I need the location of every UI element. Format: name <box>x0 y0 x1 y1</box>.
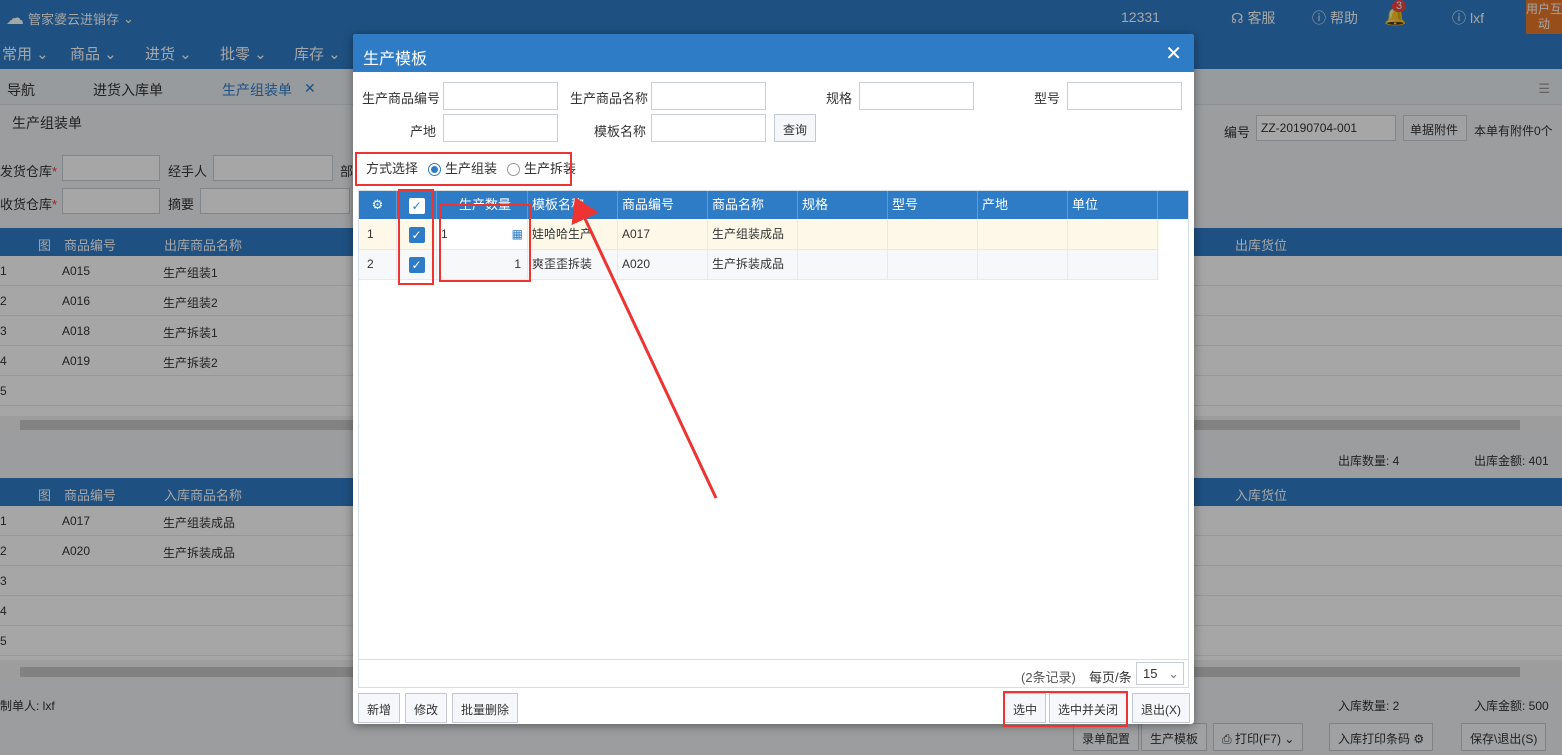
row-origin <box>978 220 1068 249</box>
row-spec <box>798 250 888 279</box>
row-unit <box>1068 250 1158 279</box>
dialog-header: 生产模板 ✕ <box>353 34 1194 72</box>
origin-label: 产地 <box>410 124 437 139</box>
chevron-down-icon: ⌄ <box>1168 666 1179 681</box>
col-code: 商品编号 <box>618 191 708 219</box>
pager: (2条记录) 每页/条 15 ⌄ <box>358 660 1189 688</box>
model-label: 型号 <box>1034 91 1061 106</box>
col-origin: 产地 <box>978 191 1068 219</box>
code-input[interactable] <box>443 82 558 110</box>
edit-button[interactable]: 修改 <box>405 693 448 723</box>
col-template: 模板名称 <box>528 191 618 219</box>
col-model: 型号 <box>888 191 978 219</box>
template-input[interactable] <box>651 114 766 142</box>
row-name: 生产拆装成品 <box>708 250 798 279</box>
template-dialog: 生产模板 ✕ 生产商品编号 生产商品名称 规格 型号 产地 模板名称 查询 方式… <box>353 34 1194 727</box>
row-code: A017 <box>618 220 708 249</box>
gear-icon[interactable]: ⚙ <box>359 191 397 219</box>
dialog-title: 生产模板 <box>363 51 428 68</box>
highlight-box <box>355 152 572 186</box>
name-label: 生产商品名称 <box>570 91 649 106</box>
row-code: A020 <box>618 250 708 279</box>
row-model <box>888 220 978 249</box>
row-no: 2 <box>359 250 397 279</box>
code-label: 生产商品编号 <box>362 91 441 106</box>
spec-input[interactable] <box>859 82 974 110</box>
col-spec: 规格 <box>798 191 888 219</box>
query-button[interactable]: 查询 <box>774 114 817 142</box>
row-spec <box>798 220 888 249</box>
per-page-value: 15 <box>1143 666 1158 681</box>
origin-input[interactable] <box>443 114 558 142</box>
batch-delete-button[interactable]: 批量删除 <box>452 693 519 723</box>
row-template: 爽歪歪拆装 <box>528 250 618 279</box>
col-name: 商品名称 <box>708 191 798 219</box>
row-name: 生产组装成品 <box>708 220 798 249</box>
row-no: 1 <box>359 220 397 249</box>
template-label: 模板名称 <box>594 124 647 139</box>
model-input[interactable] <box>1067 82 1182 110</box>
col-unit: 单位 <box>1068 191 1158 219</box>
record-count: (2条记录) <box>1021 670 1076 685</box>
row-origin <box>978 250 1068 279</box>
row-unit <box>1068 220 1158 249</box>
name-input[interactable] <box>651 82 766 110</box>
exit-button[interactable]: 退出(X) <box>1132 693 1190 723</box>
highlight-box <box>398 189 434 285</box>
highlight-box <box>1003 691 1128 727</box>
add-button[interactable]: 新增 <box>358 693 401 723</box>
per-page-label: 每页/条 <box>1089 670 1132 685</box>
per-page-select[interactable]: 15 ⌄ <box>1136 662 1184 685</box>
row-template: 娃哈哈生产 <box>528 220 618 249</box>
row-model <box>888 250 978 279</box>
spec-label: 规格 <box>826 91 853 106</box>
close-icon[interactable]: ✕ <box>1165 41 1182 66</box>
highlight-box <box>439 204 531 282</box>
